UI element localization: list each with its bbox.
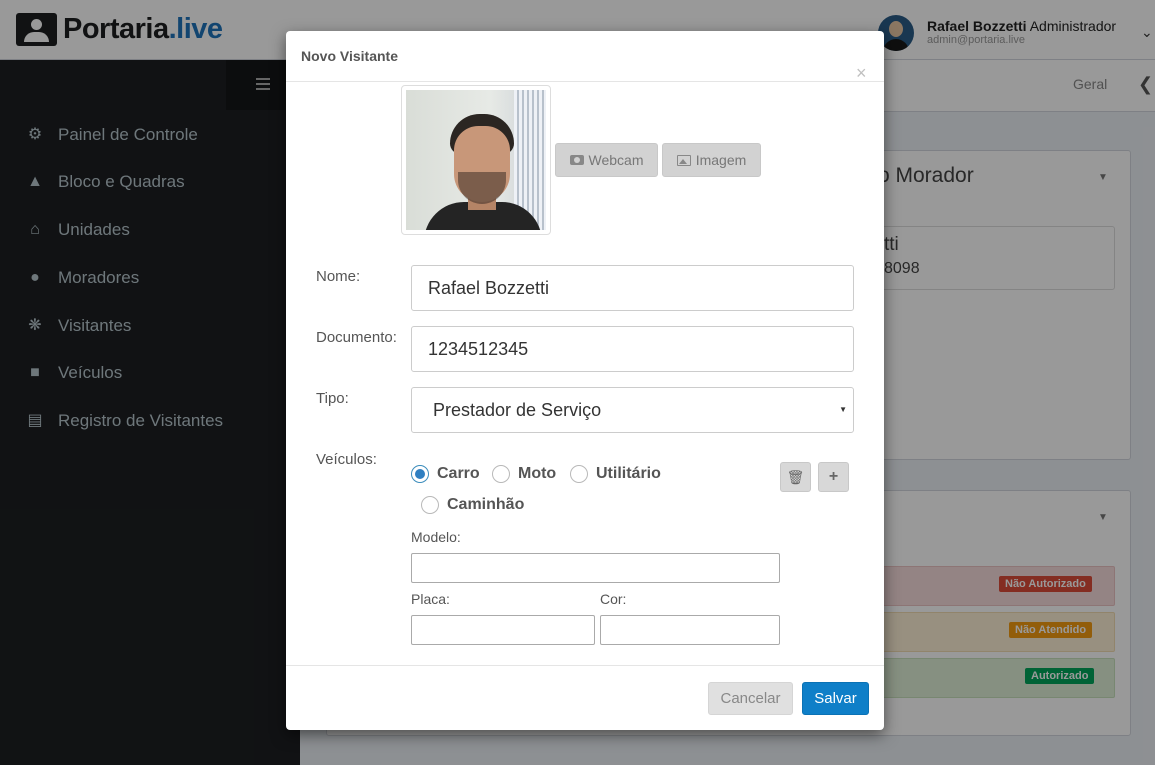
radio-label: Moto bbox=[518, 465, 557, 482]
nome-label: Nome: bbox=[316, 268, 361, 285]
tipo-selected-value: Prestador de Serviço bbox=[433, 399, 602, 420]
modelo-input[interactable] bbox=[411, 553, 780, 583]
radio-moto[interactable]: Moto bbox=[492, 465, 556, 483]
radio-checked-icon bbox=[411, 465, 429, 483]
cor-input[interactable] bbox=[600, 615, 780, 645]
radio-carro[interactable]: Carro bbox=[411, 465, 480, 483]
camera-icon bbox=[569, 155, 584, 165]
visitor-photo bbox=[401, 85, 551, 235]
tipo-select[interactable]: Prestador de Serviço ▼ bbox=[411, 387, 854, 433]
modal-title: Novo Visitante bbox=[301, 48, 398, 64]
add-vehicle-button[interactable]: + bbox=[818, 462, 849, 492]
close-icon[interactable]: × bbox=[856, 64, 867, 82]
radio-unchecked-icon bbox=[421, 496, 439, 514]
radio-unchecked-icon bbox=[570, 465, 588, 483]
caret-down-icon: ▼ bbox=[839, 405, 847, 414]
modal-header: Novo Visitante × bbox=[286, 31, 884, 82]
save-button[interactable]: Salvar bbox=[802, 682, 869, 715]
radio-label: Utilitário bbox=[596, 465, 661, 482]
image-icon bbox=[676, 154, 691, 166]
placa-label: Placa: bbox=[411, 591, 450, 607]
cancel-button[interactable]: Cancelar bbox=[708, 682, 793, 715]
plus-icon: + bbox=[828, 468, 839, 485]
documento-label: Documento: bbox=[316, 329, 397, 346]
trash-icon: 🗑 bbox=[786, 468, 805, 485]
radio-label: Caminhão bbox=[447, 496, 525, 513]
radio-caminhao[interactable]: Caminhão bbox=[421, 496, 524, 514]
veiculos-label: Veículos: bbox=[316, 451, 377, 468]
image-upload-button[interactable]: Imagem bbox=[662, 143, 761, 177]
modal-footer bbox=[286, 665, 884, 730]
cor-label: Cor: bbox=[600, 591, 627, 607]
nome-input[interactable]: Rafael Bozzetti bbox=[411, 265, 854, 311]
documento-input[interactable]: 1234512345 bbox=[411, 326, 854, 372]
image-button-label: Imagem bbox=[695, 152, 747, 168]
modelo-label: Modelo: bbox=[411, 529, 461, 545]
placa-input[interactable] bbox=[411, 615, 595, 645]
webcam-button[interactable]: Webcam bbox=[555, 143, 658, 177]
remove-vehicle-button[interactable]: 🗑 bbox=[780, 462, 811, 492]
webcam-button-label: Webcam bbox=[588, 152, 644, 168]
radio-utilitario[interactable]: Utilitário bbox=[570, 465, 661, 483]
radio-unchecked-icon bbox=[492, 465, 510, 483]
radio-label: Carro bbox=[437, 465, 480, 482]
tipo-label: Tipo: bbox=[316, 390, 349, 407]
new-visitor-modal: Novo Visitante × Webcam Imagem Nome: Raf… bbox=[286, 31, 884, 730]
